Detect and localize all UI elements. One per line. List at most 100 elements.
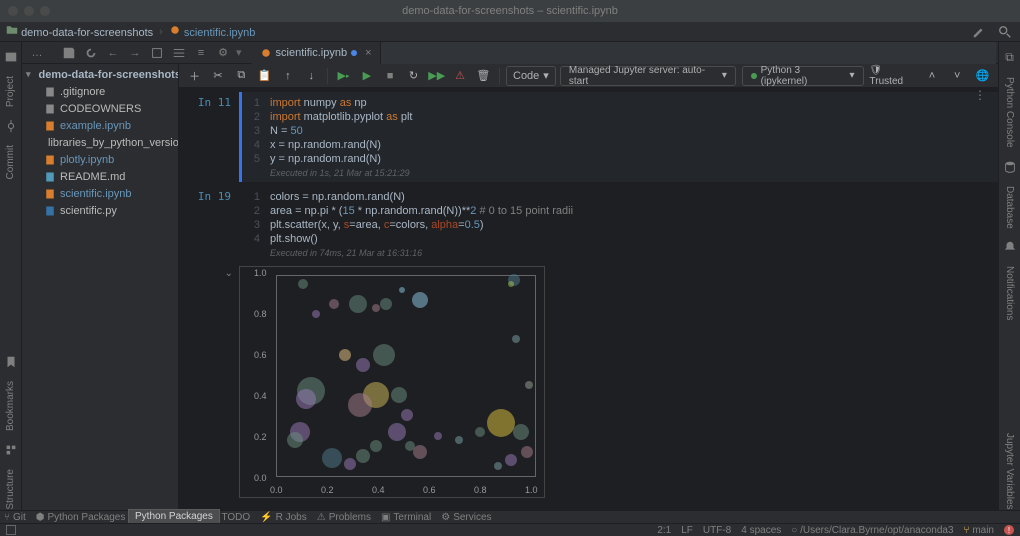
copy-icon[interactable]: ⧉: [232, 66, 251, 86]
structure-tab[interactable]: Structure: [5, 469, 16, 510]
git-branch[interactable]: ⑂ main: [964, 525, 994, 536]
tree-item[interactable]: scientific.py: [22, 202, 178, 219]
run-all-icon[interactable]: ▶▶: [427, 66, 446, 86]
search-icon[interactable]: [996, 23, 1014, 41]
cell-type-dropdown[interactable]: Code ▾: [506, 66, 556, 86]
restart-icon[interactable]: ↻: [404, 66, 423, 86]
toolwindows-icon[interactable]: [6, 525, 16, 535]
move-down-icon[interactable]: ↓: [302, 66, 321, 86]
bookmark-icon[interactable]: [4, 355, 18, 369]
tree-item[interactable]: libraries_by_python_version.csv: [22, 134, 178, 151]
tooltip: Python Packages: [128, 509, 220, 524]
save-icon[interactable]: [60, 44, 78, 62]
paste-icon[interactable]: 📋: [255, 66, 274, 86]
divider-icon[interactable]: ≡: [192, 44, 210, 62]
toolwindow-services[interactable]: ⚙Services: [441, 512, 491, 523]
navigation-bar: demo-data-for-screenshots › scientific.i…: [0, 22, 1020, 42]
notifications-tab[interactable]: Notifications: [1004, 266, 1015, 320]
code-cell[interactable]: In 19 1colors = np.random.rand(N)2area =…: [179, 182, 998, 262]
left-stripe: Project Commit Bookmarks Structure: [0, 42, 22, 510]
database-icon[interactable]: [1003, 160, 1017, 174]
main-toolbar: … ← → ≡ ⚙ ▾ scientific.ipynb × ⋮: [0, 42, 1020, 64]
run-cell-icon[interactable]: ▶▸: [334, 66, 353, 86]
toolwindow-r-jobs[interactable]: ⚡R Jobs: [260, 512, 307, 523]
chevron-down-icon[interactable]: ˅: [948, 66, 967, 86]
exec-time: Executed in 1s, 21 Mar at 15:21:29: [270, 168, 990, 178]
error-badge[interactable]: !: [1004, 525, 1014, 535]
scatter-plot: 0.00.20.40.60.81.0 0.00.20.40.60.81.0: [239, 266, 545, 498]
notifications-icon[interactable]: [1003, 240, 1017, 254]
jupyter-icon: [169, 24, 181, 36]
database-tab[interactable]: Database: [1004, 186, 1015, 229]
caret-pos[interactable]: 2:1: [657, 525, 671, 536]
jupyter-vars-tab[interactable]: Jupyter Variables: [1004, 433, 1015, 510]
file-icon: [44, 171, 56, 183]
tree-item[interactable]: scientific.ipynb: [22, 185, 178, 202]
file-icon: [44, 188, 56, 200]
trusted-label[interactable]: 🛡 Trusted: [870, 65, 917, 87]
close-icon[interactable]: ×: [365, 47, 371, 59]
cell-output: ⌄ 0.00.20.40.60.81.0 0.00.20.40.60.81.0 …: [179, 262, 998, 506]
commit-tab[interactable]: Commit: [5, 145, 16, 179]
file-icon: [44, 120, 56, 132]
tree-item[interactable]: CODEOWNERS: [22, 100, 178, 117]
editor-tab[interactable]: scientific.ipynb ×: [252, 42, 381, 64]
collapse-icon[interactable]: [170, 44, 188, 62]
toolwindow-terminal[interactable]: ▣Terminal: [381, 512, 431, 523]
right-stripe: ⧉ Python Console Database Notifications …: [998, 42, 1020, 510]
move-up-icon[interactable]: ↑: [278, 66, 297, 86]
expand-icon[interactable]: [148, 44, 166, 62]
clear-icon[interactable]: ⚠: [450, 66, 469, 86]
breadcrumb-root[interactable]: demo-data-for-screenshots: [6, 24, 153, 39]
python-console-tab[interactable]: Python Console: [1004, 77, 1015, 148]
breadcrumb-sep: ›: [159, 26, 163, 38]
chevron-up-icon[interactable]: ˄: [922, 66, 941, 86]
forward-icon[interactable]: →: [126, 44, 144, 62]
edit-pencil-icon[interactable]: [970, 23, 988, 41]
window-controls[interactable]: [8, 6, 50, 16]
structure-icon[interactable]: [4, 443, 18, 457]
encoding[interactable]: UTF-8: [703, 525, 731, 536]
interpreter-status[interactable]: ○ /Users/Clara.Byrne/opt/anaconda3: [791, 525, 953, 536]
back-icon[interactable]: ←: [104, 44, 122, 62]
file-icon: [44, 103, 56, 115]
tree-item[interactable]: README.md: [22, 168, 178, 185]
add-cell-icon[interactable]: ＋: [185, 66, 204, 86]
tree-item[interactable]: example.ipynb: [22, 117, 178, 134]
code-cell[interactable]: In 11 1import numpy as np2import matplot…: [179, 88, 998, 182]
refresh-icon[interactable]: [82, 44, 100, 62]
line-sep[interactable]: LF: [681, 525, 693, 536]
editor: ＋ ✂ ⧉ 📋 ↑ ↓ ▶▸ ▶ ■ ↻ ▶▶ ⚠ 🗑 Code ▾ Manag…: [179, 64, 998, 510]
bookmarks-tab[interactable]: Bookmarks: [5, 381, 16, 431]
stop-icon[interactable]: ■: [380, 66, 399, 86]
breadcrumb-file[interactable]: scientific.ipynb: [169, 24, 256, 39]
exec-time: Executed in 74ms, 21 Mar at 16:31:16: [270, 248, 990, 258]
interpreter-pill[interactable]: Python 3 (ipykernel) ▾: [742, 66, 864, 86]
cut-icon[interactable]: ✂: [208, 66, 227, 86]
run-cell-below-icon[interactable]: ▶: [357, 66, 376, 86]
project-tree[interactable]: ▾ demo-data-for-screenshots ~/Data .giti…: [22, 64, 179, 510]
tree-root[interactable]: ▾ demo-data-for-screenshots ~/Data: [22, 66, 178, 83]
collapse-output-icon[interactable]: ⌄: [225, 268, 233, 498]
dropdown-icon[interactable]: …: [28, 44, 46, 62]
cell-prompt: In 19: [179, 186, 239, 262]
tree-item[interactable]: plotly.ipynb: [22, 151, 178, 168]
indent[interactable]: 4 spaces: [741, 525, 781, 536]
cell-prompt: In 11: [179, 92, 239, 182]
window-title: demo-data-for-screenshots – scientific.i…: [402, 5, 618, 17]
toolwindow-python-packages[interactable]: ⬢Python Packages: [36, 512, 126, 523]
project-tab[interactable]: Project: [5, 76, 16, 107]
python-console-icon[interactable]: ⧉: [1005, 50, 1014, 65]
tree-item[interactable]: .gitignore: [22, 83, 178, 100]
delete-icon[interactable]: 🗑: [474, 66, 493, 86]
file-icon: [44, 86, 56, 98]
output-more-icon[interactable]: ⋮: [974, 88, 986, 102]
project-tool-icon[interactable]: [4, 50, 18, 64]
server-pill[interactable]: Managed Jupyter server: auto-start ▾: [560, 66, 736, 86]
toolwindow-problems[interactable]: ⚠Problems: [317, 512, 371, 523]
browser-icon[interactable]: 🌐: [973, 66, 992, 86]
file-icon: [44, 205, 56, 217]
toolwindow-git[interactable]: ⑂Git: [4, 512, 26, 523]
settings-icon[interactable]: ⚙: [214, 44, 232, 62]
commit-icon[interactable]: [4, 119, 18, 133]
